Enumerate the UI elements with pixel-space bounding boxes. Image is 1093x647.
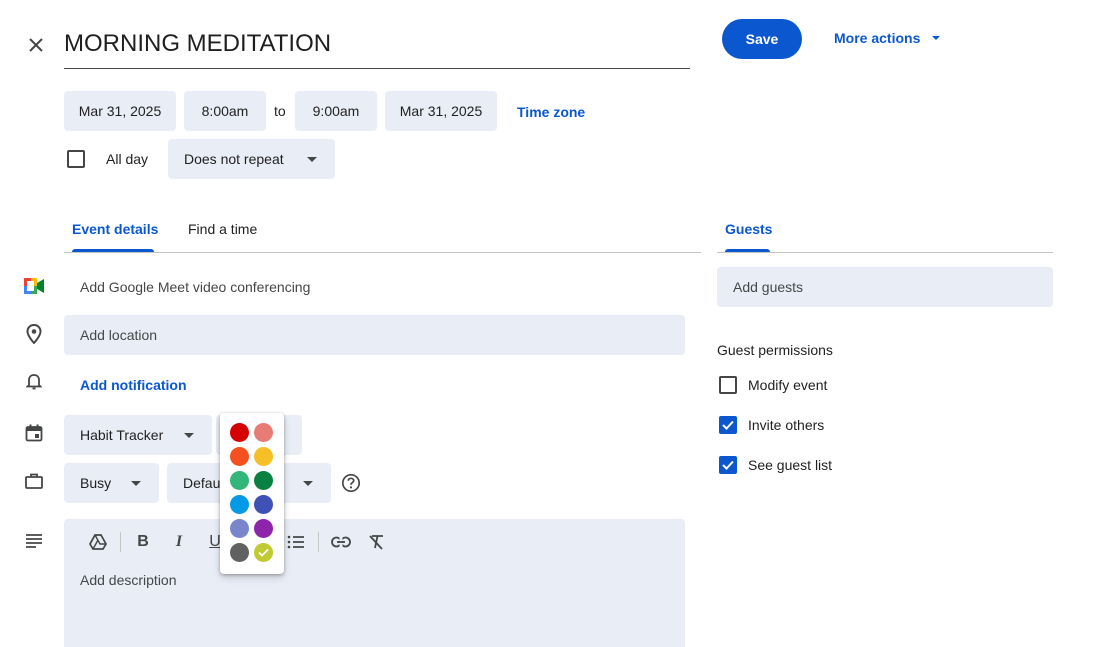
google-meet-icon [24,276,44,296]
more-actions-button[interactable]: More actions [834,28,941,48]
all-day-checkbox[interactable] [67,150,85,168]
drive-icon[interactable] [84,528,112,556]
description-editor[interactable]: B I U Add description [64,519,685,647]
tabs-divider [64,252,701,253]
link-icon [331,536,351,548]
to-label: to [274,103,286,119]
color-swatch[interactable] [230,423,249,442]
color-swatch[interactable] [230,471,249,490]
color-swatch[interactable] [254,519,273,538]
check-icon [258,548,269,557]
add-meet-button[interactable]: Add Google Meet video conferencing [80,279,310,295]
end-date-text: Mar 31, 2025 [399,103,483,119]
all-day-label: All day [106,151,149,167]
description-placeholder: Add description [80,572,177,588]
link-button[interactable] [327,528,355,556]
check-icon [722,460,734,470]
end-date-chip[interactable]: Mar 31, 2025 [385,91,497,131]
invite-others-checkbox[interactable] [719,416,737,434]
save-button[interactable]: Save [722,19,802,59]
bell-icon [24,371,44,391]
add-guests-input[interactable]: Add guests [717,267,1053,307]
location-input[interactable]: Add location [64,315,685,355]
availability-dropdown[interactable]: Busy [64,463,159,503]
color-swatch[interactable] [230,447,249,466]
visibility-value: Defau [183,475,221,491]
modify-event-label: Modify event [748,377,828,393]
color-swatch[interactable] [254,423,273,442]
location-icon [24,323,44,345]
guest-permissions-title: Guest permissions [717,342,833,358]
calendar-icon [24,423,44,443]
color-swatch[interactable] [254,447,273,466]
add-notification-link[interactable]: Add notification [80,377,187,393]
color-swatch[interactable] [254,471,273,490]
calendar-value: Habit Tracker [80,427,164,443]
event-title-input[interactable]: MORNING MEDITATION [64,22,690,69]
repeat-dropdown[interactable]: Does not repeat [168,139,335,179]
end-time-chip[interactable]: 9:00am [295,91,377,131]
tab-guests[interactable]: Guests [725,221,772,237]
start-date-text: Mar 31, 2025 [78,103,162,119]
tab-event-details[interactable]: Event details [72,221,158,237]
briefcase-icon [24,471,44,491]
chevron-down-icon [307,157,317,162]
event-title-text: MORNING MEDITATION [64,30,332,57]
add-guests-placeholder: Add guests [733,279,804,295]
modify-event-checkbox[interactable] [719,376,737,394]
italic-icon: I [175,533,183,550]
start-time-chip[interactable]: 8:00am [184,91,266,131]
save-button-label: Save [745,31,779,47]
bulleted-list-icon [287,535,304,549]
close-icon[interactable] [24,33,48,57]
toolbar-divider [318,532,319,552]
color-swatch[interactable] [254,543,273,562]
start-date-chip[interactable]: Mar 31, 2025 [64,91,176,131]
time-zone-link[interactable]: Time zone [517,104,585,120]
chevron-down-icon [184,433,194,438]
clear-formatting-button[interactable] [363,528,391,556]
end-time-text: 9:00am [312,103,360,119]
color-palette-popup [220,413,284,574]
color-swatch[interactable] [254,495,273,514]
guests-divider [717,252,1053,253]
more-actions-label: More actions [834,30,921,46]
color-swatch[interactable] [230,519,249,538]
bold-icon: B [137,533,149,550]
location-placeholder: Add location [80,327,158,343]
tab-find-time[interactable]: Find a time [188,221,257,237]
description-icon [24,531,44,551]
chevron-down-icon [932,36,941,40]
help-icon[interactable] [340,472,362,494]
calendar-dropdown[interactable]: Habit Tracker [64,415,212,455]
bold-button[interactable]: B [129,528,157,556]
color-swatch[interactable] [230,543,249,562]
start-time-text: 8:00am [201,103,249,119]
italic-button[interactable]: I [165,528,193,556]
availability-value: Busy [80,475,112,491]
see-guest-list-checkbox[interactable] [719,456,737,474]
invite-others-label: Invite others [748,417,825,433]
repeat-value: Does not repeat [184,151,284,167]
chevron-down-icon [303,481,313,486]
color-swatch[interactable] [230,495,249,514]
toolbar-divider [120,532,121,552]
bulleted-list-button[interactable] [282,528,310,556]
see-guest-list-label: See guest list [748,457,833,473]
check-icon [722,420,734,430]
chevron-down-icon [131,481,141,486]
clear-formatting-icon [369,535,383,550]
